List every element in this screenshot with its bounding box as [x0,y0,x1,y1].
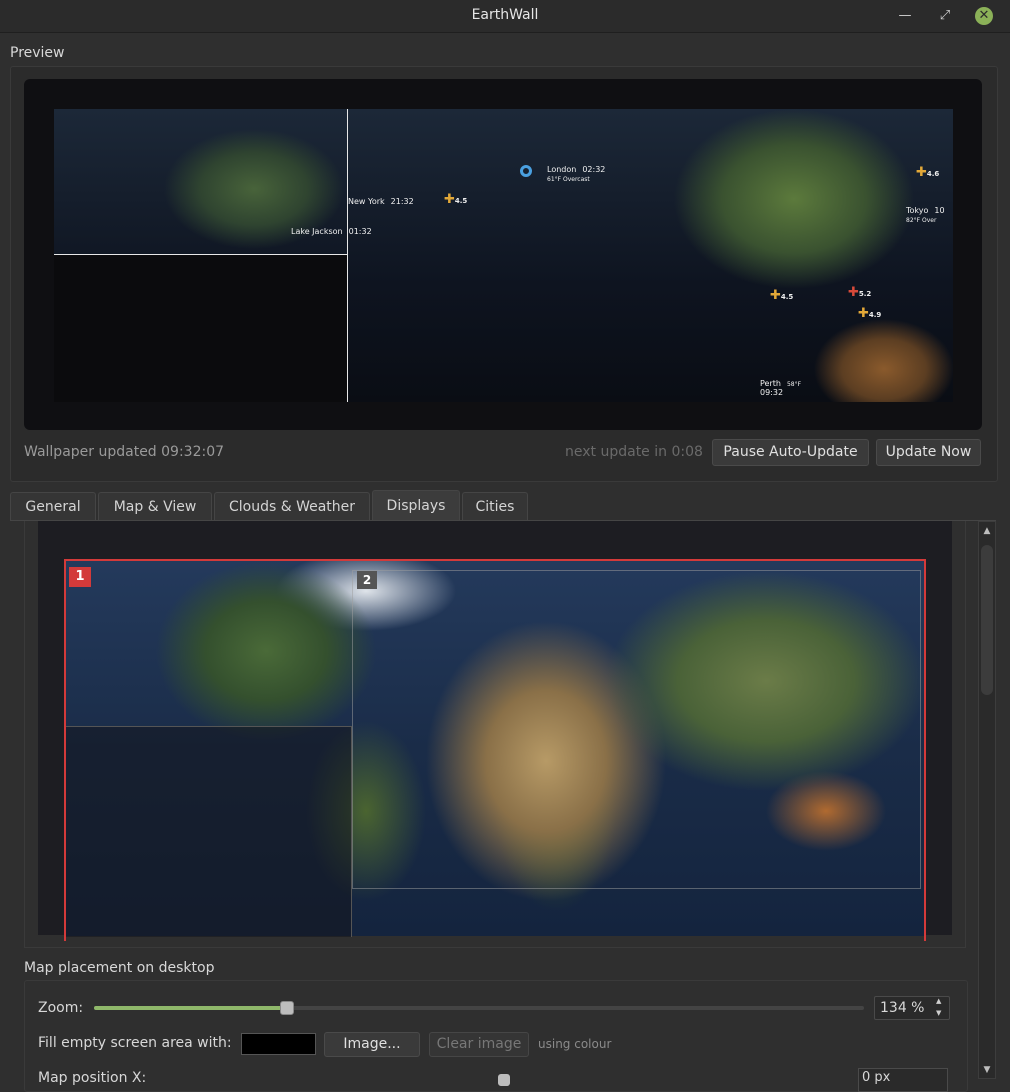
fill-colour-button[interactable] [241,1033,316,1055]
scrollbar-thumb[interactable] [981,545,993,695]
next-update-status: next update in 0:08 [565,444,703,460]
fill-empty-label: Fill empty screen area with: [38,1035,232,1051]
screen-divider [54,254,347,255]
wallpaper-status: Wallpaper updated 09:32:07 [24,444,225,460]
location-marker-icon [520,165,532,177]
city-label-tokyo: Tokyo 10 82°F Over [906,206,945,224]
spin-up-icon[interactable]: ▲ [936,997,941,1005]
window-title: EarthWall [471,7,539,23]
minimize-icon[interactable]: — [894,5,916,27]
earthquake-marker-icon: ✚4.9 [858,306,882,321]
close-icon[interactable]: ✕ [975,7,993,25]
displays-panel-border [24,521,966,948]
zoom-slider-handle[interactable] [280,1001,294,1015]
earthquake-marker-icon: ✚4.5 [770,288,794,303]
map-position-x-label: Map position X: [38,1070,147,1086]
zoom-value[interactable]: 134 % [880,1000,924,1016]
preview-map-image: London 02:32 61°F Overcast New York 21:32 … [54,109,953,402]
map-position-value[interactable]: 0 px [862,1070,890,1085]
placement-section-label: Map placement on desktop [24,960,215,976]
city-label-perth: Perth 58°F 09:32 [760,379,802,397]
city-label-lake-jackson: Lake Jackson 01:32 [291,227,372,236]
city-label-london: London 02:32 61°F Overcast [547,165,606,183]
using-colour-note: using colour [538,1037,612,1051]
earthquake-marker-icon: ✚4.5 [444,192,468,207]
tab-clouds-weather[interactable]: Clouds & Weather [214,492,370,520]
zoom-slider-fill [94,1006,287,1010]
earthquake-marker-icon: ✚5.2 [848,285,872,300]
screen-divider [347,109,348,402]
zoom-label: Zoom: [38,1000,84,1016]
pause-auto-update-button[interactable]: Pause Auto-Update [712,439,869,466]
scroll-up-icon[interactable]: ▲ [980,524,994,538]
tab-displays[interactable]: Displays [372,490,460,521]
clear-image-button[interactable]: Clear image [429,1032,529,1057]
preview-label: Preview [10,45,65,61]
earthquake-marker-icon: ✚4.6 [916,165,940,180]
update-now-button[interactable]: Update Now [876,439,981,466]
tab-map-view[interactable]: Map & View [98,492,212,520]
maximize-icon[interactable]: ⤢ [934,5,956,27]
tab-cities[interactable]: Cities [462,492,528,520]
spin-down-icon[interactable]: ▼ [936,1009,941,1017]
map-position-slider-handle[interactable] [498,1074,510,1086]
city-label-new-york: New York 21:32 [348,197,414,206]
night-shade [54,255,347,402]
tab-general[interactable]: General [10,492,96,520]
scroll-down-icon[interactable]: ▼ [980,1063,994,1077]
choose-image-button[interactable]: Image... [324,1032,420,1057]
